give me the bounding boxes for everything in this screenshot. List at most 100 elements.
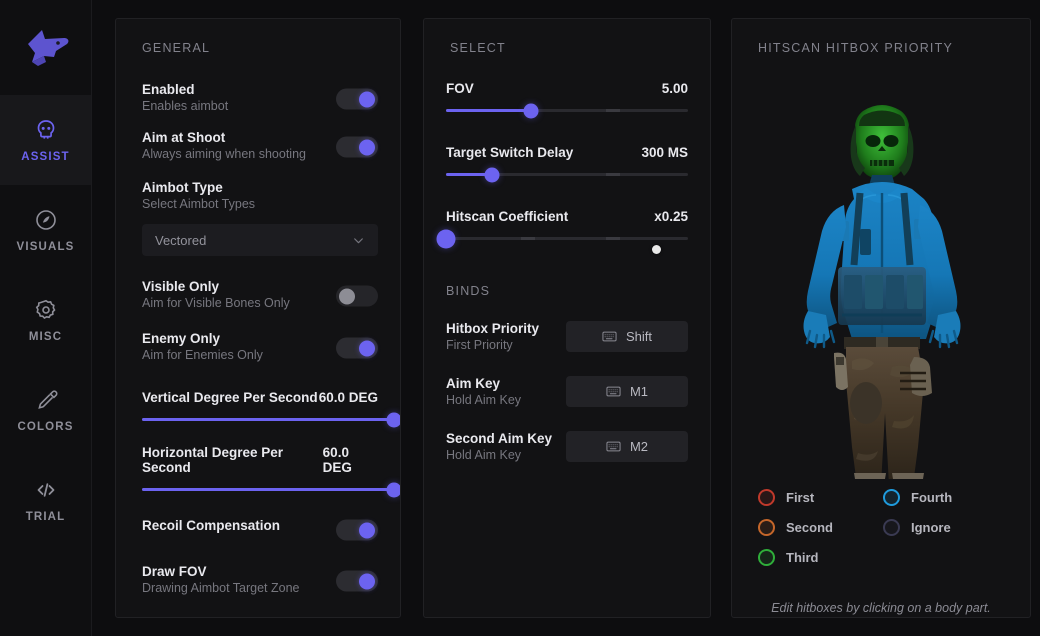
slider-row-target-switch-delay: Target Switch Delay 300 MS <box>446 145 688 182</box>
hitbox-head[interactable] <box>850 105 914 180</box>
slider-track-fov[interactable] <box>446 103 688 118</box>
bind-label: Hitbox Priority <box>446 321 540 336</box>
sidebar-item-colors[interactable]: COLORS <box>0 365 91 455</box>
slider-head-vertical-dps: Vertical Degree Per Second 60.0 DEG <box>142 390 378 405</box>
slider-row-horizontal-dps: Horizontal Degree Per Second 60.0 DEG <box>142 445 400 497</box>
slider-tick <box>605 173 620 176</box>
bind-row-second-aim-key: Second Aim Key Hold Aim Key M2 <box>446 430 688 463</box>
slider-fill <box>446 109 531 112</box>
setting-row-draw-fov: Draw FOV Drawing Aimbot Target Zone <box>142 563 378 599</box>
legend-label: First <box>786 490 815 505</box>
setting-row-aim-at-shoot: Aim at Shoot Always aiming when shooting <box>142 129 378 165</box>
slider-value: x0.25 <box>654 209 688 224</box>
keyboard-icon <box>606 441 621 452</box>
legend-color-dot <box>883 519 900 536</box>
app-logo <box>0 0 91 95</box>
sidebar-item-trial[interactable]: TRIAL <box>0 455 91 545</box>
legend-item-second[interactable]: Second <box>758 519 883 536</box>
bind-key-value: M2 <box>629 439 649 454</box>
slider-track-target-switch-delay[interactable] <box>446 167 688 182</box>
toggle-enabled[interactable] <box>336 88 378 110</box>
main-content: GENERAL Enabled Enables aimbot Aim at Sh… <box>92 0 1040 636</box>
slider-row-fov: FOV 5.00 <box>446 81 688 118</box>
toggle-aim-at-shoot[interactable] <box>336 136 378 158</box>
sidebar-item-misc[interactable]: MISC <box>0 275 91 365</box>
hitbox-panel-title: HITSCAN HITBOX PRIORITY <box>758 41 953 55</box>
setting-row-enemy-only: Enemy Only Aim for Enemies Only <box>142 330 378 366</box>
select-panel-title: SELECT <box>450 41 506 55</box>
slider-track-horizontal-dps[interactable] <box>142 482 400 497</box>
bind-key-second-aim-key[interactable]: M2 <box>566 431 688 462</box>
legend-color-dot <box>758 549 775 566</box>
slider-row-vertical-dps: Vertical Degree Per Second 60.0 DEG <box>142 390 400 427</box>
mouse-cursor-dot <box>652 245 661 254</box>
legend-item-ignore[interactable]: Ignore <box>883 519 1008 536</box>
bind-text-second-aim-key: Second Aim Key Hold Aim Key <box>446 430 552 463</box>
eyedropper-icon <box>37 389 57 409</box>
legend-label: Second <box>786 520 833 535</box>
legend-color-dot <box>758 519 775 536</box>
setting-text-aimbot-type: Aimbot Type Select Aimbot Types <box>142 179 378 212</box>
hitbox-legs[interactable] <box>834 347 932 485</box>
toggle-draw-fov[interactable] <box>336 570 378 592</box>
toggle-knob <box>359 522 375 538</box>
slider-label: FOV <box>446 81 474 96</box>
character-model-svg[interactable] <box>732 81 1031 487</box>
slider-head-horizontal-dps: Horizontal Degree Per Second 60.0 DEG <box>142 445 378 475</box>
slider-label: Horizontal Degree Per Second <box>142 445 284 475</box>
hitbox-hint-text: Edit hitboxes by clicking on a body part… <box>771 601 991 615</box>
legend-item-first[interactable]: First <box>758 489 883 506</box>
bind-text-aim-key: Aim Key Hold Aim Key <box>446 375 521 408</box>
hitbox-panel: HITSCAN HITBOX PRIORITY First Fourth Sec… <box>731 18 1031 618</box>
sidebar-item-assist[interactable]: ASSIST <box>0 95 91 185</box>
slider-thumb[interactable] <box>484 167 500 182</box>
slider-tick <box>521 237 536 240</box>
bind-desc: Hold Aim Key <box>446 393 522 407</box>
character-model[interactable] <box>732 81 1031 487</box>
hitbox-legend: First Fourth Second Ignore Third <box>758 489 1006 566</box>
slider-thumb[interactable] <box>386 412 400 427</box>
toggle-recoil[interactable] <box>336 519 378 541</box>
sidebar-item-label: ASSIST <box>21 150 70 163</box>
app-root: ASSIST VISUALS MISC COLORS TRIAL GENERAL… <box>0 0 1040 636</box>
legend-label: Third <box>786 550 819 565</box>
toggle-knob <box>339 288 355 304</box>
binds-section-title: BINDS <box>446 284 491 298</box>
legend-item-fourth[interactable]: Fourth <box>883 489 1008 506</box>
legend-label: Fourth <box>911 490 953 505</box>
bind-key-aim-key[interactable]: M1 <box>566 376 688 407</box>
slider-track-hitscan-coefficient[interactable] <box>436 229 688 248</box>
slider-value: 5.00 <box>661 81 688 96</box>
toggle-enemy-only[interactable] <box>336 337 378 359</box>
bind-label: Aim Key <box>446 376 501 391</box>
toggle-knob <box>359 573 375 589</box>
bind-key-hitbox-priority[interactable]: Shift <box>566 321 688 352</box>
bind-row-aim-key: Aim Key Hold Aim Key M1 <box>446 375 688 408</box>
slider-value: 300 MS <box>641 145 688 160</box>
toggle-visible-only[interactable] <box>336 285 378 307</box>
slider-fill <box>142 488 394 491</box>
slider-tick <box>605 237 620 240</box>
legend-label: Ignore <box>911 520 951 535</box>
keyboard-icon <box>602 331 617 342</box>
slider-thumb[interactable] <box>436 229 456 248</box>
setting-row-aimbot-type: Aimbot Type Select Aimbot Types Vectored <box>142 179 378 256</box>
slider-head-fov: FOV 5.00 <box>446 81 688 96</box>
sidebar-item-visuals[interactable]: VISUALS <box>0 185 91 275</box>
sidebar-item-label: MISC <box>28 330 63 343</box>
aimbot-type-dropdown[interactable]: Vectored <box>142 224 378 256</box>
legend-color-dot <box>758 489 775 506</box>
slider-tick <box>605 109 620 112</box>
slider-track-vertical-dps[interactable] <box>142 412 400 427</box>
bind-label: Second Aim Key <box>446 431 553 446</box>
bind-desc: First Priority <box>446 338 513 352</box>
slider-head-target-switch-delay: Target Switch Delay 300 MS <box>446 145 688 160</box>
slider-thumb[interactable] <box>386 482 400 497</box>
sidebar-item-label: COLORS <box>17 420 74 433</box>
legend-item-third[interactable]: Third <box>758 549 883 566</box>
sidebar: ASSIST VISUALS MISC COLORS TRIAL <box>0 0 92 636</box>
slider-thumb[interactable] <box>523 103 539 118</box>
toggle-knob <box>359 340 375 356</box>
aimbot-type-value: Vectored <box>155 232 207 248</box>
bind-row-hitbox-priority: Hitbox Priority First Priority Shift <box>446 320 688 353</box>
